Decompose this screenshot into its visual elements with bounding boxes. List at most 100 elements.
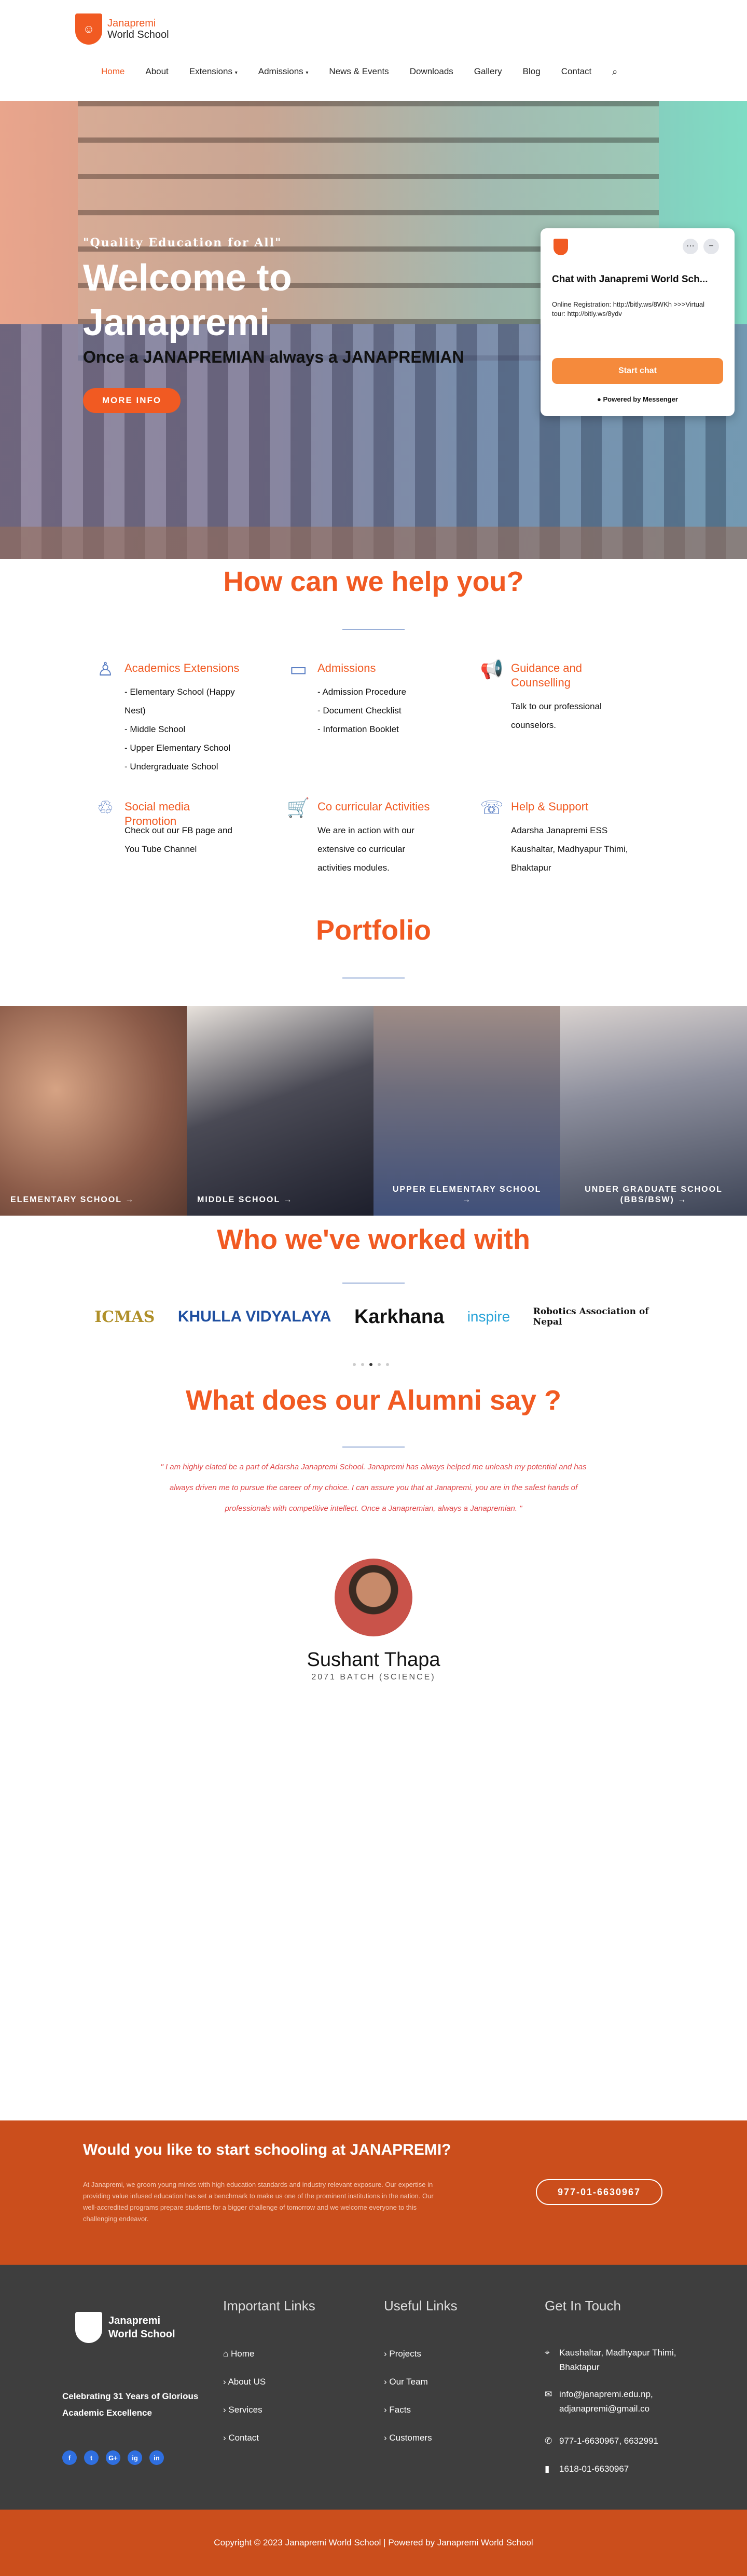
nav-admissions[interactable]: Admissions ▾ [258, 66, 309, 77]
carousel-dot[interactable] [386, 1363, 389, 1366]
footer-link-team[interactable]: › Our Team [384, 2377, 428, 2387]
nav-contact[interactable]: Contact [561, 66, 592, 77]
footer-link-label: About US [228, 2377, 266, 2387]
alumni-batch: 2071 BATCH (SCIENCE) [311, 1673, 436, 1682]
footer-link-label: Projects [389, 2349, 421, 2359]
footer-fax: ▮ 1618-01-6630967 [545, 2462, 629, 2476]
useful-links-heading: Useful Links [384, 2298, 458, 2313]
service-guidance[interactable]: 📢 Guidance and Counselling Talk to our p… [480, 658, 630, 762]
footer-link-projects[interactable]: › Projects [384, 2349, 421, 2359]
service-desc: Adarsha Janapremi ESS Kaushaltar, Madhya… [511, 825, 628, 873]
portfolio-tile-undergraduate[interactable]: UNDER GRADUATE SCHOOL (BBS/BSW) → [560, 1006, 747, 1216]
portfolio-tile-elementary[interactable]: ELEMENTARY SCHOOL → [0, 1006, 187, 1216]
footer-link-label: Facts [389, 2405, 411, 2415]
service-co-curricular[interactable]: 🛒 Co curricular Activities We are in act… [286, 796, 437, 900]
tile-caption: UPPER ELEMENTARY SCHOOL [392, 1185, 542, 1194]
chevron-right-icon: › [384, 2377, 387, 2387]
google-plus-icon[interactable]: G+ [106, 2450, 120, 2465]
hero-quote: "Quality Education for All" [83, 236, 282, 250]
search-icon[interactable]: ⌕ [612, 66, 617, 77]
service-academics[interactable]: ♙ Academics Extensions - Elementary Scho… [93, 658, 244, 777]
nav-about[interactable]: About [145, 66, 168, 77]
start-chat-button[interactable]: Start chat [552, 358, 723, 384]
portfolio-gallery: ELEMENTARY SCHOOL → MIDDLE SCHOOL → UPPE… [0, 1006, 747, 1216]
messenger-chat-widget: ⋯ − Chat with Janapremi World Sch... Onl… [541, 228, 735, 416]
section-divider [342, 1447, 405, 1448]
nav-downloads[interactable]: Downloads [410, 66, 453, 77]
fax-text: 1618-01-6630967 [559, 2464, 629, 2474]
nav-gallery[interactable]: Gallery [474, 66, 502, 77]
footer-logo-line-1: Janapremi [108, 2315, 161, 2326]
tile-caption: ELEMENTARY SCHOOL [10, 1195, 122, 1204]
instagram-icon[interactable]: ig [128, 2450, 142, 2465]
more-options-icon[interactable]: ⋯ [683, 239, 698, 254]
footer-link-about[interactable]: › About US [223, 2377, 266, 2387]
portfolio-tile-middle[interactable]: MIDDLE SCHOOL → [187, 1006, 374, 1216]
social-icon: ♲ [96, 797, 114, 818]
footer-logo[interactable]: Janapremi World School [75, 2312, 175, 2343]
footer-link-facts[interactable]: › Facts [384, 2405, 411, 2415]
academics-icon: ♙ [96, 658, 114, 680]
chevron-right-icon: › [384, 2433, 387, 2443]
phone-text: 977-1-6630967, 6632991 [559, 2436, 658, 2446]
carousel-dot[interactable] [361, 1363, 364, 1366]
service-desc: - Elementary School (Happy Nest) - Middl… [125, 687, 235, 772]
site-logo[interactable]: ☺ Janapremi World School [75, 13, 169, 45]
address-text: Kaushaltar, Madhyapur Thimi, Bhaktapur [559, 2348, 676, 2372]
chevron-right-icon: › [223, 2433, 226, 2443]
portfolio-tile-upper-elementary[interactable]: UPPER ELEMENTARY SCHOOL → [374, 1006, 560, 1216]
service-admissions[interactable]: ▭ Admissions - Admission Procedure - Doc… [286, 658, 437, 762]
service-social-media[interactable]: ♲ Social media Promotion Check out our F… [93, 796, 244, 900]
call-phone-button[interactable]: 977-01-6630967 [536, 2179, 662, 2205]
important-links-heading: Important Links [223, 2298, 315, 2313]
admissions-icon: ▭ [289, 658, 307, 680]
alumni-avatar [335, 1559, 412, 1636]
service-title: Academics Extensions [125, 662, 240, 674]
carousel-dot-active[interactable] [369, 1363, 372, 1366]
partner-logo-khulla[interactable]: KHULLA VIDYALAYA [178, 1308, 331, 1326]
chevron-down-icon: ▾ [234, 70, 238, 76]
partner-logo-inspire[interactable]: inspire [467, 1308, 510, 1325]
twitter-icon[interactable]: t [84, 2450, 99, 2465]
enrollment-cta: Would you like to start schooling at JAN… [0, 2120, 747, 2265]
footer-email[interactable]: ✉ info@janapremi.edu.np, adjanapremi@gmai… [545, 2387, 706, 2416]
carousel-dot[interactable] [378, 1363, 381, 1366]
help-heading: How can we help you? [223, 566, 524, 597]
more-info-button[interactable]: MORE INFO [83, 388, 181, 413]
logo-line-2: World School [107, 29, 169, 40]
site-header: ☺ Janapremi World School Home About Exte… [0, 0, 747, 101]
fax-icon: ▮ [545, 2464, 550, 2474]
footer-link-contact[interactable]: › Contact [223, 2433, 259, 2443]
home-icon: ⌂ [223, 2349, 229, 2359]
messenger-icon: ● [597, 395, 601, 403]
service-desc: Check out our FB page and You Tube Chann… [125, 825, 232, 854]
footer-link-label: Customers [389, 2433, 432, 2443]
service-title: Co curricular Activities [317, 800, 430, 813]
partner-logo-karkhana[interactable]: Karkhana [354, 1306, 444, 1328]
linkedin-icon[interactable]: in [149, 2450, 164, 2465]
minimize-icon[interactable]: − [703, 239, 719, 254]
nav-extensions[interactable]: Extensions ▾ [189, 66, 238, 77]
main-nav: Home About Extensions ▾ Admissions ▾ New… [101, 66, 617, 77]
carousel-dot[interactable] [353, 1363, 356, 1366]
facebook-icon[interactable]: f [62, 2450, 77, 2465]
footer-link-label: Services [228, 2405, 262, 2415]
arrow-right-icon: → [462, 1195, 472, 1204]
nav-blog[interactable]: Blog [523, 66, 541, 77]
celebrating-text: Celebrating 31 Years of Glorious Academi… [62, 2391, 199, 2418]
footer-link-customers[interactable]: › Customers [384, 2433, 432, 2443]
social-links: f t G+ ig in [62, 2450, 164, 2465]
nav-news-events[interactable]: News & Events [329, 66, 389, 77]
partner-logo-icmas[interactable]: ICMAS [94, 1308, 155, 1326]
cta-heading: Would you like to start schooling at JAN… [83, 2141, 451, 2158]
get-in-touch-heading: Get In Touch [545, 2298, 621, 2313]
service-help-support[interactable]: ☏ Help & Support Adarsha Janapremi ESS K… [480, 796, 630, 900]
nav-home[interactable]: Home [101, 66, 125, 77]
service-title: Guidance and Counselling [511, 662, 582, 689]
partner-logo-robotics[interactable]: Robotics Association of Nepal [533, 1306, 653, 1327]
footer-link-services[interactable]: › Services [223, 2405, 262, 2415]
powered-by-messenger[interactable]: ● Powered by Messenger [541, 395, 735, 403]
footer-phone[interactable]: ✆ 977-1-6630967, 6632991 [545, 2434, 658, 2448]
phone-icon: ✆ [545, 2436, 552, 2446]
footer-link-home[interactable]: ⌂ Home [223, 2349, 254, 2359]
